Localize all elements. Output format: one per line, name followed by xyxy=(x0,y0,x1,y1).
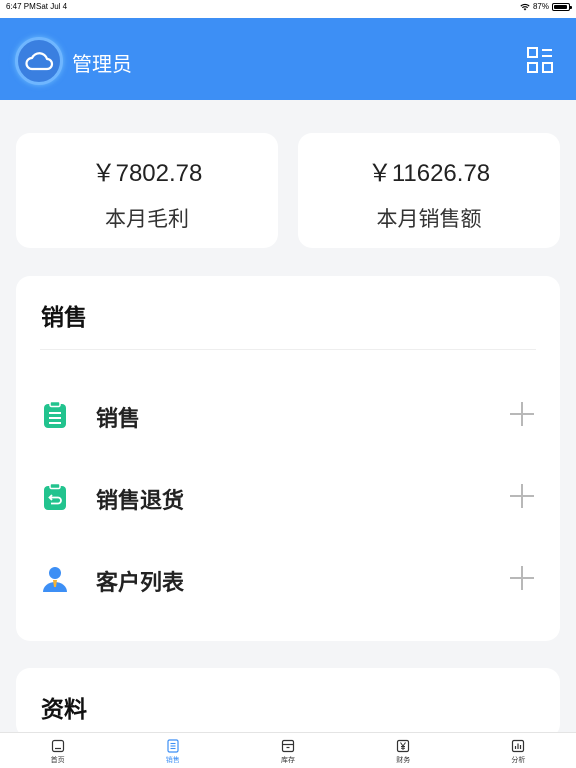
box-icon xyxy=(281,739,295,753)
clipboard-return-icon xyxy=(40,482,70,512)
section-title: 资料 xyxy=(41,696,87,722)
tab-label: 销售 xyxy=(165,757,180,764)
add-customer-plus-icon[interactable] xyxy=(510,566,534,590)
grid-menu-icon[interactable] xyxy=(526,46,554,74)
add-sale-plus-icon[interactable] xyxy=(510,402,534,426)
tab-label: 财务 xyxy=(396,757,411,764)
stat-value: ￥11626.78 xyxy=(367,160,491,187)
sales-row[interactable]: 销售 xyxy=(16,384,560,444)
tab-label: 分析 xyxy=(511,757,526,764)
tab-finance[interactable]: 财务 xyxy=(346,733,461,768)
app-header: 管理员 xyxy=(0,18,576,100)
tab-label: 库存 xyxy=(281,757,295,764)
wifi-icon xyxy=(520,3,530,10)
stat-value: ￥7802.78 xyxy=(91,160,203,187)
tab-analysis[interactable]: 分析 xyxy=(461,733,576,768)
battery-percent: 87% xyxy=(532,2,549,11)
bar-chart-icon xyxy=(512,739,525,753)
avatar[interactable] xyxy=(15,37,63,85)
tab-home[interactable]: 首页 xyxy=(0,733,115,768)
battery-icon xyxy=(552,2,572,11)
status-date: Sat Jul 4 xyxy=(36,2,68,11)
row-label: 销售 xyxy=(96,406,141,431)
tab-label: 首页 xyxy=(50,757,65,764)
tab-inventory[interactable]: 库存 xyxy=(230,733,345,768)
monthly-sales-card[interactable]: ￥11626.78 本月销售额 xyxy=(298,133,560,248)
cloud-icon xyxy=(25,52,54,71)
status-time: 6:47 PM xyxy=(6,2,36,11)
tab-sales[interactable]: 销售 xyxy=(115,733,230,768)
yen-icon xyxy=(397,739,410,753)
stat-label: 本月毛利 xyxy=(105,208,189,231)
row-label: 销售退货 xyxy=(96,488,185,513)
stat-label: 本月销售额 xyxy=(376,208,482,231)
status-bar: 6:47 PM Sat Jul 4 87% xyxy=(0,0,576,18)
divider xyxy=(40,349,536,350)
section-title: 销售 xyxy=(41,304,87,330)
status-indicators: 87% xyxy=(520,2,572,11)
user-icon xyxy=(40,564,70,594)
row-label: 客户列表 xyxy=(96,570,185,595)
document-icon xyxy=(167,739,179,753)
data-section: 资料 xyxy=(16,668,560,738)
customer-list-row[interactable]: 客户列表 xyxy=(16,548,560,608)
bottom-tab-bar: 首页 销售 库存 财务 分析 xyxy=(0,732,576,768)
clipboard-icon xyxy=(40,400,70,430)
sales-section: 销售 销售 销售退货 客户列表 xyxy=(16,276,560,641)
monthly-gross-profit-card[interactable]: ￥7802.78 本月毛利 xyxy=(16,133,278,248)
home-icon xyxy=(51,739,64,753)
add-sales-return-plus-icon[interactable] xyxy=(510,484,534,508)
page-title: 管理员 xyxy=(72,54,132,76)
sales-return-row[interactable]: 销售退货 xyxy=(16,466,560,526)
